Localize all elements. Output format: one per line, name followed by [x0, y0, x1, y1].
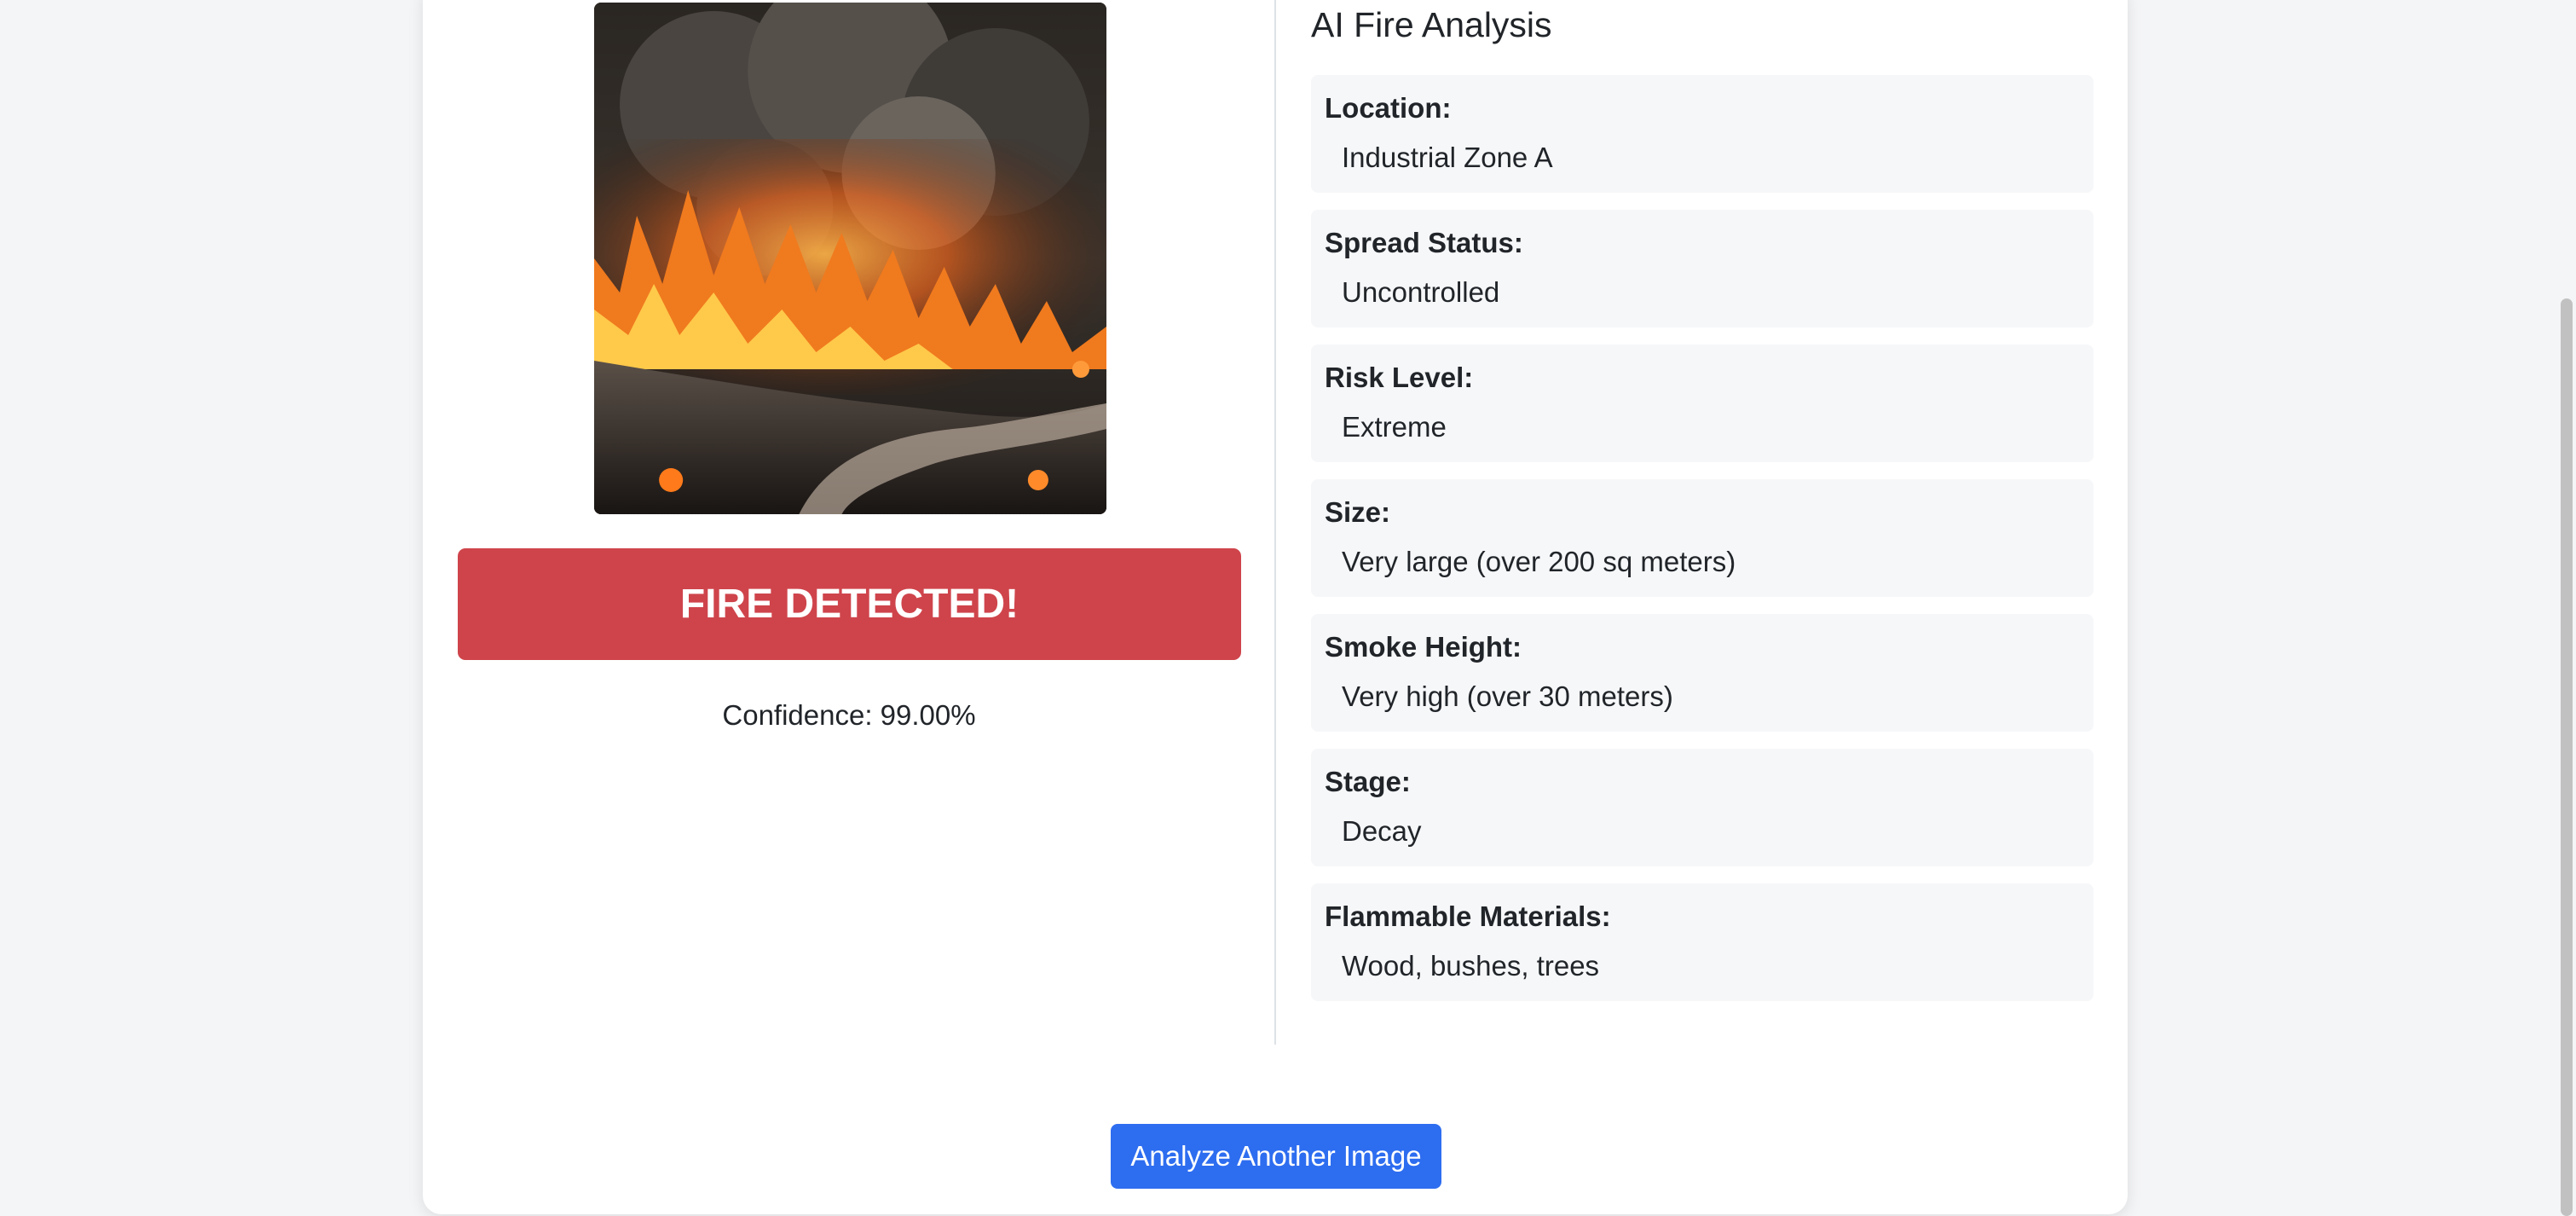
- field-label: Flammable Materials:: [1325, 900, 1611, 932]
- field-label: Size:: [1325, 496, 1391, 528]
- field-flammable-materials: Flammable Materials: Wood, bushes, trees: [1311, 883, 2094, 1001]
- fire-detected-banner: FIRE DETECTED!: [458, 548, 1241, 660]
- analysis-fields: Location: Industrial Zone A Spread Statu…: [1311, 75, 2094, 1001]
- field-stage: Stage: Decay: [1311, 749, 2094, 866]
- scrollbar-thumb[interactable]: [2561, 298, 2573, 1216]
- field-risk-level: Risk Level: Extreme: [1311, 345, 2094, 462]
- field-value: Uncontrolled: [1342, 276, 1500, 308]
- result-card: FIRE DETECTED! Confidence: 99.00% AI Fir…: [423, 0, 2128, 1214]
- detection-panel: FIRE DETECTED! Confidence: 99.00%: [423, 0, 1275, 1045]
- field-label: Risk Level:: [1325, 362, 1474, 393]
- fire-image-graphic: [594, 3, 1106, 514]
- field-value: Extreme: [1342, 411, 1447, 443]
- field-size: Size: Very large (over 200 sq meters): [1311, 479, 2094, 597]
- column-divider: [1274, 0, 1276, 1045]
- field-label: Stage:: [1325, 766, 1411, 797]
- field-label: Spread Status:: [1325, 227, 1523, 258]
- field-label: Location:: [1325, 92, 1452, 124]
- field-label: Smoke Height:: [1325, 631, 1522, 663]
- field-value: Industrial Zone A: [1342, 142, 1553, 173]
- field-value: Very large (over 200 sq meters): [1342, 546, 1736, 577]
- analysis-panel: AI Fire Analysis Location: Industrial Zo…: [1311, 0, 2094, 1018]
- scrollbar[interactable]: [2557, 0, 2576, 1216]
- analyze-another-button[interactable]: Analyze Another Image: [1111, 1124, 1441, 1189]
- field-location: Location: Industrial Zone A: [1311, 75, 2094, 193]
- field-smoke-height: Smoke Height: Very high (over 30 meters): [1311, 614, 2094, 732]
- confidence-text: Confidence: 99.00%: [722, 699, 976, 731]
- field-value: Wood, bushes, trees: [1342, 950, 1600, 981]
- fire-image: [594, 3, 1106, 514]
- field-spread-status: Spread Status: Uncontrolled: [1311, 210, 2094, 327]
- analysis-title: AI Fire Analysis: [1311, 5, 1552, 44]
- field-value: Very high (over 30 meters): [1342, 680, 1673, 712]
- field-value: Decay: [1342, 815, 1422, 847]
